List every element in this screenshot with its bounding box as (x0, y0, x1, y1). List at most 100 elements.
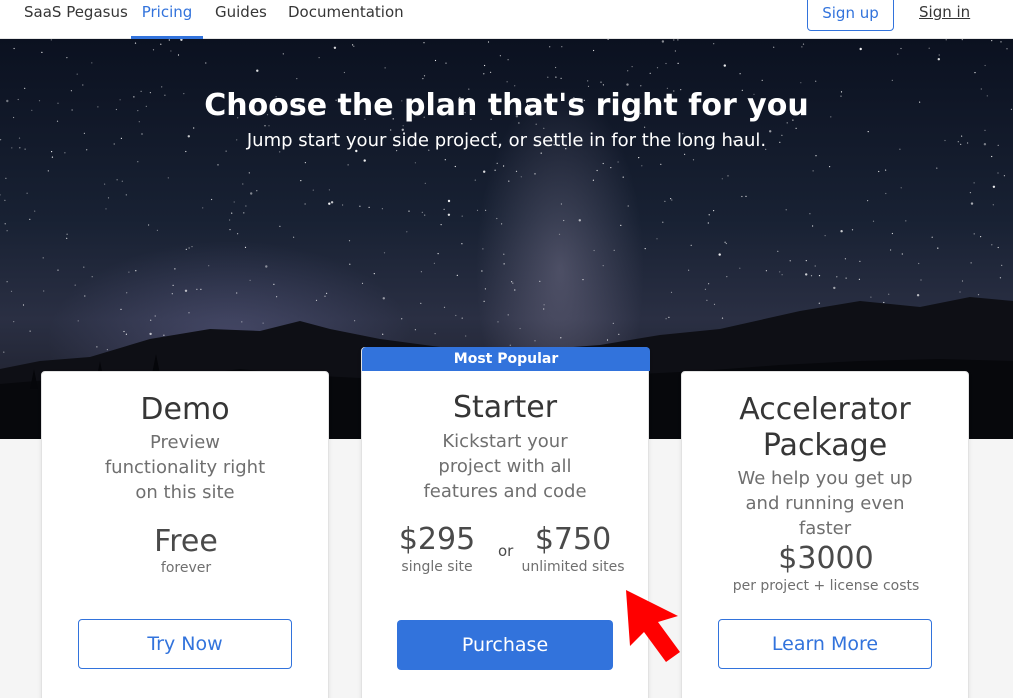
star (673, 39, 675, 41)
star (50, 39, 52, 41)
star (105, 208, 107, 210)
star (773, 46, 775, 48)
star (888, 293, 890, 295)
star (424, 182, 426, 184)
star (273, 283, 275, 285)
star (185, 150, 187, 153)
star (6, 230, 8, 232)
plan-description-line: Kickstart your (442, 431, 568, 452)
star (185, 248, 187, 250)
star (905, 220, 907, 222)
star (662, 221, 664, 223)
star (64, 152, 66, 154)
star (84, 295, 86, 297)
star (490, 71, 492, 73)
star (631, 66, 633, 68)
star (713, 210, 715, 212)
star (561, 46, 563, 48)
star (617, 161, 619, 163)
star (134, 42, 137, 44)
star (844, 258, 847, 260)
star (938, 54, 940, 56)
star (241, 321, 243, 323)
star (674, 50, 677, 52)
learn-more-button[interactable]: Learn More (718, 619, 932, 669)
star (330, 201, 334, 204)
star (582, 279, 584, 281)
star (82, 84, 84, 86)
plan-price-note: forever (160, 560, 212, 576)
star (535, 123, 537, 125)
star (237, 233, 239, 235)
star (600, 81, 602, 83)
nav-documentation-link[interactable]: Documentation (288, 0, 404, 39)
star (891, 79, 893, 81)
top-navbar: SaaS Pegasus Pricing Guides Documentatio… (0, 0, 1013, 39)
signin-link[interactable]: Sign in (919, 0, 970, 24)
star (851, 229, 854, 231)
star (328, 202, 331, 205)
star (455, 314, 457, 317)
star (318, 57, 320, 59)
purchase-button[interactable]: Purchase (397, 620, 613, 670)
star (593, 249, 595, 252)
star (359, 205, 361, 207)
star (664, 200, 666, 202)
star (520, 176, 522, 178)
star (485, 209, 487, 211)
star (890, 249, 892, 251)
star (205, 62, 207, 64)
star (928, 47, 930, 49)
star (859, 260, 861, 262)
star (607, 39, 609, 40)
star (47, 170, 49, 172)
star (501, 223, 503, 225)
star (560, 337, 562, 339)
star (414, 329, 416, 331)
star (1001, 264, 1003, 266)
star (245, 205, 247, 207)
plan-price: $3000 (778, 541, 874, 576)
star (997, 172, 999, 174)
plan-name: Starter (452, 390, 558, 425)
star (443, 208, 445, 210)
nav-guides-link[interactable]: Guides (215, 0, 267, 39)
brand-link[interactable]: SaaS Pegasus (24, 0, 128, 39)
plan-card-accelerator: Accelerator Package We help you get up a… (681, 371, 969, 698)
star (184, 289, 188, 292)
star (312, 189, 314, 191)
plan-card-starter: Most Popular Starter Kickstart your proj… (361, 347, 650, 698)
star (4, 223, 6, 225)
star (515, 170, 518, 172)
star (43, 290, 45, 292)
star (620, 224, 622, 226)
star (810, 275, 813, 277)
star (76, 73, 78, 75)
star (264, 125, 266, 127)
star (382, 333, 384, 335)
star (349, 263, 351, 265)
star (342, 204, 344, 206)
star (665, 62, 667, 65)
star (507, 314, 509, 316)
signup-button[interactable]: Sign up (807, 0, 894, 31)
star (870, 296, 872, 298)
star (901, 253, 903, 255)
star (293, 236, 295, 238)
star (250, 192, 253, 195)
star (121, 180, 123, 182)
star (833, 286, 836, 290)
star (154, 315, 156, 317)
star (724, 241, 726, 243)
star (745, 195, 747, 197)
nav-pricing-tab[interactable]: Pricing (131, 0, 203, 39)
star (217, 164, 219, 166)
star (878, 170, 880, 173)
star (484, 64, 486, 67)
star (812, 170, 814, 172)
price-note-single-site: single site (401, 559, 473, 575)
plan-description-line: We help you get up (737, 468, 913, 489)
star (626, 83, 629, 86)
try-now-button[interactable]: Try Now (78, 619, 292, 669)
star (785, 209, 787, 211)
